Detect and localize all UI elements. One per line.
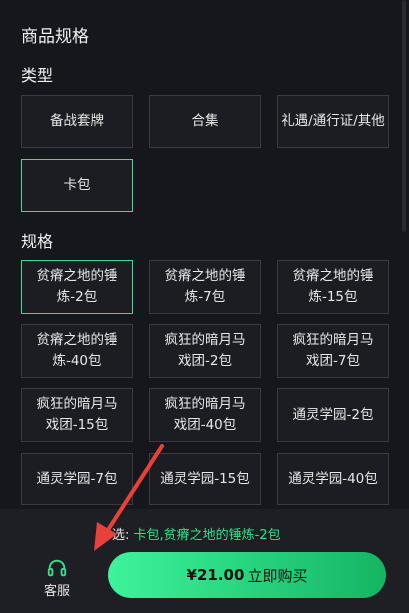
buy-now-label: 立即购买 <box>247 566 308 585</box>
spec-option[interactable]: 贫瘠之地的锤炼-7包 <box>149 260 261 314</box>
spec-section-title: 规格 <box>21 232 54 251</box>
customer-service-button[interactable]: 客服 <box>40 557 74 599</box>
selected-summary: 选: 卡包,贫瘠之地的锤炼-2包 <box>112 524 281 543</box>
selected-label: 选: <box>112 528 130 543</box>
spec-option[interactable]: 通灵学园-7包 <box>21 453 133 505</box>
customer-service-label: 客服 <box>43 584 70 599</box>
spec-option[interactable]: 通灵学园-15包 <box>149 453 261 505</box>
headset-icon <box>47 559 67 577</box>
type-option-selected[interactable]: 卡包 <box>21 159 133 212</box>
spec-option[interactable]: 通灵学园-40包 <box>277 453 389 505</box>
spec-option[interactable]: 贫瘠之地的锤炼-15包 <box>277 260 389 314</box>
spec-option[interactable]: 贫瘠之地的锤炼-40包 <box>21 324 133 378</box>
panel-title: 商品规格 <box>21 27 89 47</box>
price: ¥21.00 <box>186 566 245 584</box>
spec-option[interactable]: 疯狂的暗月马戏团-7包 <box>277 324 389 378</box>
spec-option-selected[interactable]: 贫瘠之地的锤炼-2包 <box>21 260 133 314</box>
spec-option[interactable]: 疯狂的暗月马戏团-2包 <box>149 324 261 378</box>
scrollbar[interactable] <box>402 0 406 232</box>
selected-value: 卡包,贫瘠之地的锤炼-2包 <box>133 528 281 543</box>
spec-option[interactable]: 疯狂的暗月马戏团-15包 <box>21 388 133 442</box>
spec-option[interactable]: 疯狂的暗月马戏团-40包 <box>149 388 261 442</box>
type-section-title: 类型 <box>21 66 54 85</box>
buy-now-button[interactable]: ¥21.00 立即购买 <box>108 552 386 598</box>
spec-option[interactable]: 通灵学园-2包 <box>277 388 389 442</box>
type-option[interactable]: 备战套牌 <box>21 95 133 148</box>
type-option[interactable]: 礼遇/通行证/其他 <box>277 95 389 148</box>
type-option[interactable]: 合集 <box>149 95 261 148</box>
